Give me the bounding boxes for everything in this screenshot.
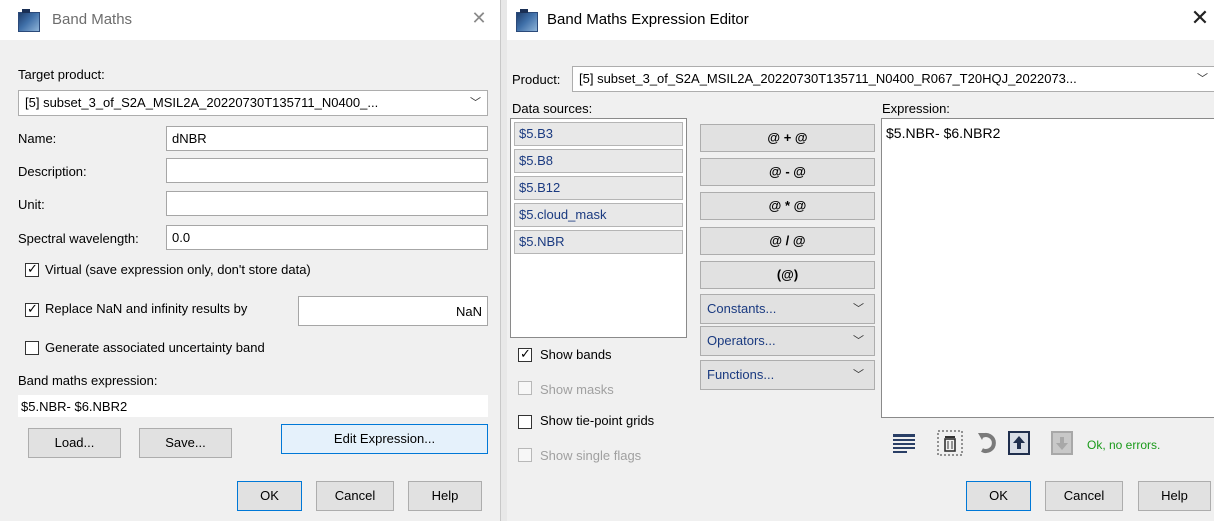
spectral-wavelength-label: Spectral wavelength: — [18, 231, 139, 246]
load-button[interactable]: Load... — [28, 428, 121, 458]
snap-app-icon — [516, 9, 538, 32]
chevron-down-icon: ﹀ — [1197, 73, 1208, 85]
unit-label: Unit: — [18, 197, 45, 212]
data-sources-label: Data sources: — [512, 101, 593, 116]
band-maths-titlebar: Band Maths ✕ — [0, 0, 500, 40]
replace-value: NaN — [455, 304, 482, 319]
show-masks-checkbox[interactable] — [518, 381, 532, 395]
expression-editor-titlebar: Band Maths Expression Editor ✕ — [507, 0, 1214, 40]
show-tiepoint-grids-checkbox[interactable] — [518, 415, 532, 429]
target-product-value: [5] subset_3_of_S2A_MSIL2A_20220730T1357… — [25, 95, 379, 110]
band-maths-title: Band Maths — [52, 11, 133, 28]
unit-field[interactable] — [166, 191, 488, 216]
data-sources-list[interactable]: $5.B3 $5.B8 $5.B12 $5.cloud_mask $5.NBR — [510, 118, 687, 338]
show-single-flags-checkbox[interactable] — [518, 448, 532, 462]
close-icon[interactable]: ✕ — [1186, 5, 1214, 31]
expression-text: $5.NBR- $6.NBR2 — [886, 125, 1001, 141]
band-maths-dialog: Band Maths ✕ Target product: [5] subset_… — [0, 0, 500, 521]
name-field[interactable]: dNBR — [166, 126, 488, 151]
target-product-select[interactable]: [5] subset_3_of_S2A_MSIL2A_20220730T1357… — [18, 90, 488, 116]
show-tiepoint-grids-label: Show tie-point grids — [540, 413, 655, 428]
replace-nan-checkbox[interactable] — [25, 301, 39, 317]
virtual-checkbox[interactable] — [25, 261, 39, 277]
band-maths-expression-value: $5.NBR- $6.NBR2 — [21, 399, 128, 414]
spectral-wavelength-field[interactable]: 0.0 — [166, 225, 488, 250]
constants-dropdown[interactable]: Constants... ﹀ — [700, 294, 875, 324]
band-maths-expression-label: Band maths expression: — [18, 373, 158, 388]
show-bands-checkbox[interactable] — [518, 346, 532, 362]
functions-label: Functions... — [707, 367, 775, 382]
add-operator-button[interactable]: @ + @ — [700, 124, 875, 152]
spectral-wavelength-value: 0.0 — [172, 230, 191, 245]
parentheses-button[interactable]: (@) — [700, 261, 875, 289]
description-field[interactable] — [166, 158, 488, 183]
ok-button[interactable]: OK — [966, 481, 1031, 511]
replace-value-field[interactable]: NaN — [298, 296, 488, 326]
history-list-icon[interactable] — [891, 430, 917, 456]
redo-icon[interactable] — [974, 430, 1000, 456]
target-product-label: Target product: — [18, 67, 105, 82]
list-item[interactable]: $5.B3 — [514, 122, 683, 146]
show-single-flags-label: Show single flags — [540, 448, 642, 463]
name-label: Name: — [18, 131, 57, 146]
expression-text-area[interactable]: $5.NBR- $6.NBR2 — [881, 118, 1214, 418]
operators-label: Operators... — [707, 333, 776, 348]
show-bands-label: Show bands — [540, 347, 612, 362]
help-button[interactable]: Help — [1138, 481, 1211, 511]
constants-label: Constants... — [707, 301, 777, 316]
list-item[interactable]: $5.cloud_mask — [514, 203, 683, 227]
description-label: Description: — [18, 164, 87, 179]
expression-label: Expression: — [882, 101, 950, 116]
snap-app-icon — [18, 9, 40, 32]
uncertainty-checkbox[interactable] — [25, 341, 39, 355]
status-message: Ok, no errors. — [1087, 438, 1161, 452]
chevron-down-icon: ﹀ — [853, 335, 864, 347]
chevron-down-icon: ﹀ — [853, 369, 864, 381]
ok-button[interactable]: OK — [237, 481, 302, 511]
expression-editor-title: Band Maths Expression Editor — [547, 11, 749, 28]
functions-dropdown[interactable]: Functions... ﹀ — [700, 360, 875, 390]
help-button[interactable]: Help — [408, 481, 482, 511]
operators-dropdown[interactable]: Operators... ﹀ — [700, 326, 875, 356]
cancel-button[interactable]: Cancel — [1045, 481, 1123, 511]
import-icon[interactable] — [1006, 430, 1032, 456]
close-icon[interactable]: ✕ — [465, 5, 493, 31]
chevron-down-icon: ﹀ — [853, 303, 864, 315]
product-select[interactable]: [5] subset_3_of_S2A_MSIL2A_20220730T1357… — [572, 66, 1214, 92]
uncertainty-label: Generate associated uncertainty band — [45, 340, 265, 355]
product-label: Product: — [512, 72, 561, 87]
list-item[interactable]: $5.B12 — [514, 176, 683, 200]
virtual-label: Virtual (save expression only, don't sto… — [45, 262, 311, 277]
list-item[interactable]: $5.B8 — [514, 149, 683, 173]
band-maths-expression-area[interactable]: $5.NBR- $6.NBR2 — [18, 395, 488, 417]
subtract-operator-button[interactable]: @ - @ — [700, 158, 875, 186]
replace-nan-label: Replace NaN and infinity results by — [45, 301, 248, 316]
multiply-operator-button[interactable]: @ * @ — [700, 192, 875, 220]
trash-icon[interactable] — [937, 430, 963, 456]
save-button[interactable]: Save... — [139, 428, 232, 458]
divide-operator-button[interactable]: @ / @ — [700, 227, 875, 255]
list-item[interactable]: $5.NBR — [514, 230, 683, 254]
export-icon — [1051, 431, 1073, 455]
name-value: dNBR — [172, 131, 207, 146]
chevron-down-icon: ﹀ — [470, 97, 481, 109]
edit-expression-button[interactable]: Edit Expression... — [281, 424, 488, 454]
cancel-button[interactable]: Cancel — [316, 481, 394, 511]
show-masks-label: Show masks — [540, 382, 614, 397]
product-value: [5] subset_3_of_S2A_MSIL2A_20220730T1357… — [579, 71, 1077, 86]
